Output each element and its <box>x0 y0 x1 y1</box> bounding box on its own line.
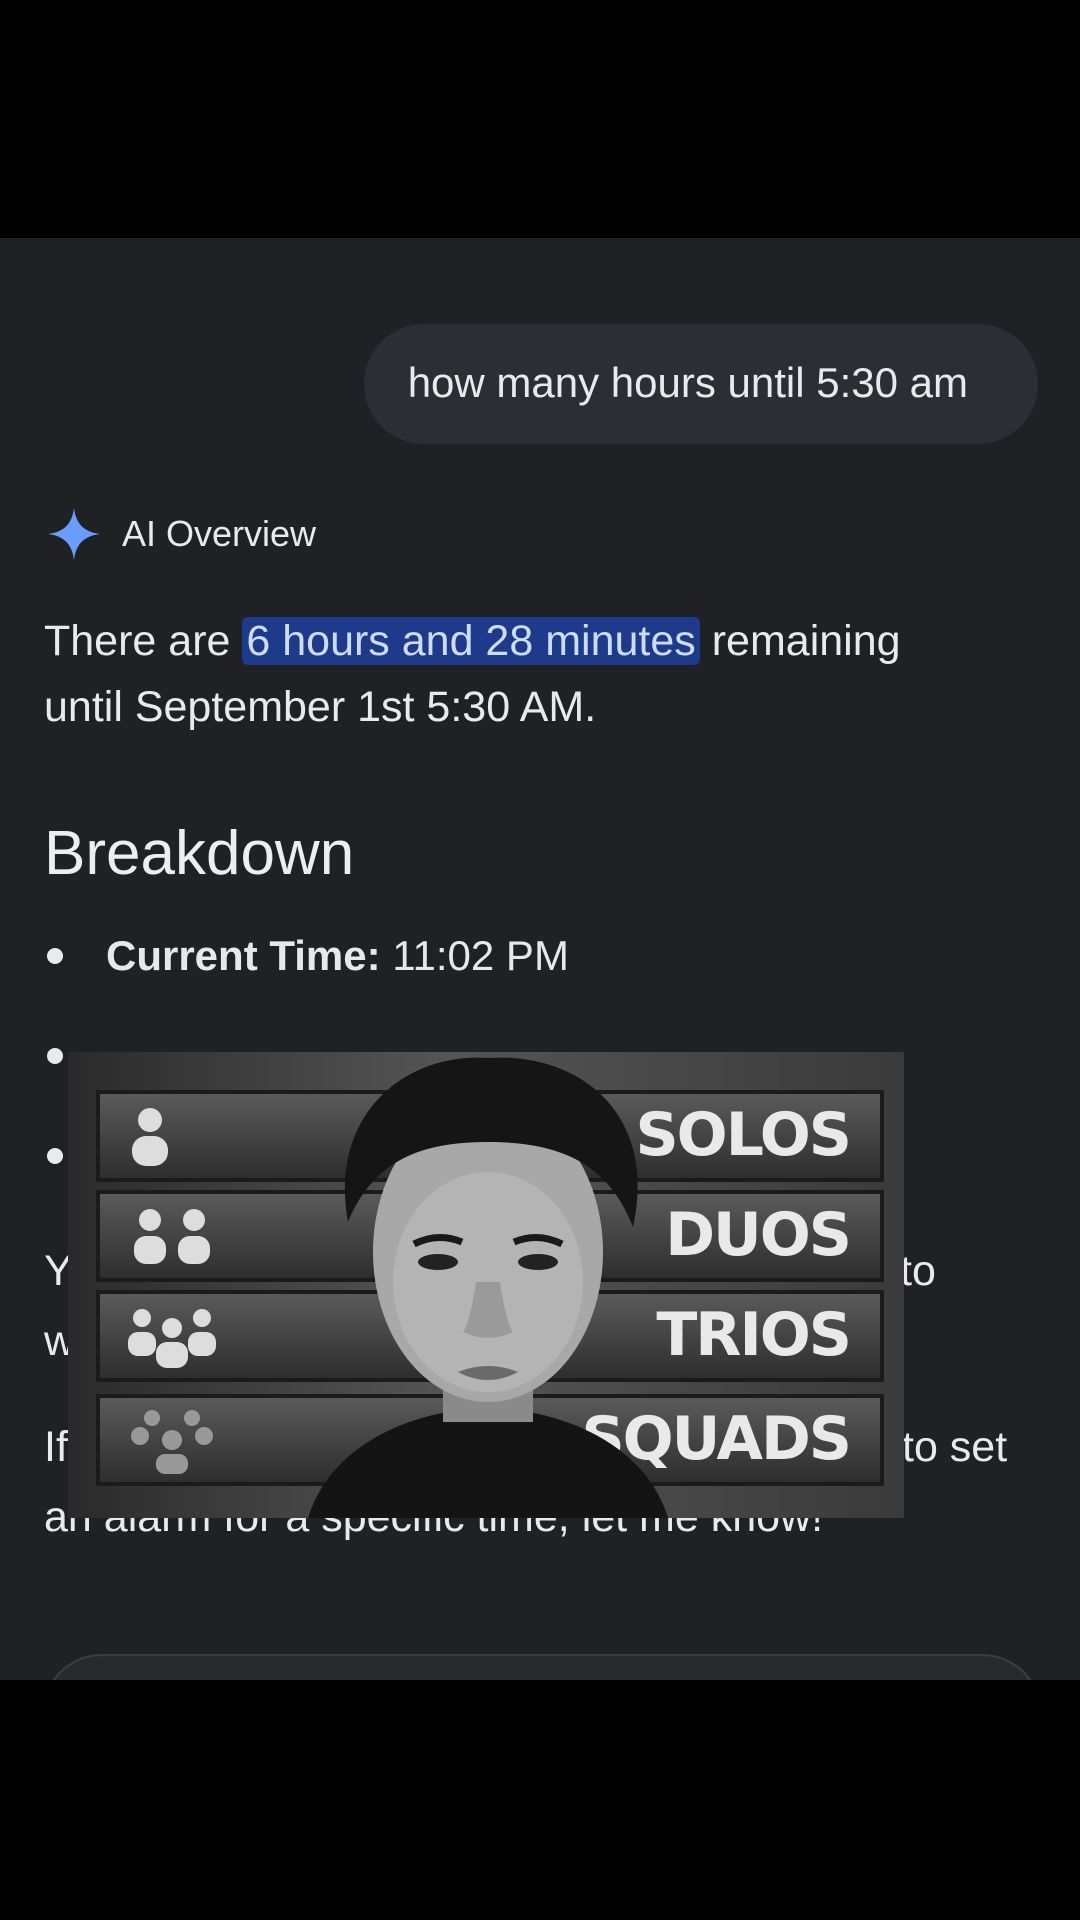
answer-text: There are 6 hours and 28 minutes remaini… <box>44 608 1044 740</box>
paragraph-fragment-right: to <box>900 1247 936 1295</box>
two-people-icon <box>134 1209 210 1264</box>
bullet-dot <box>47 948 63 964</box>
ai-overview-header: AI Overview <box>46 506 316 562</box>
follow-up-card[interactable] <box>42 1654 1042 1680</box>
person-portrait <box>308 1057 668 1518</box>
paragraph-fragment-right: to set <box>902 1423 1008 1471</box>
breakdown-heading: Breakdown <box>44 819 355 888</box>
ai-overview-label: AI Overview <box>122 513 317 554</box>
user-query-bubble[interactable]: how many hours until 5:30 am <box>363 324 1038 444</box>
answer-highlight: 6 hours and 28 minutes <box>242 617 700 665</box>
four-people-icon <box>131 1410 213 1474</box>
three-people-icon <box>128 1309 216 1368</box>
list-item-text: Current Time: 11:02 PM <box>106 932 569 980</box>
answer-line2: until September 1st 5:30 AM. <box>44 683 597 731</box>
current-time-label: Current Time: <box>106 932 381 979</box>
list-item: Current Time: 11:02 PM <box>0 926 1080 986</box>
panel-label: DUOS <box>665 1200 852 1270</box>
video-overlay[interactable]: SOLOS DUOS TRIOS SQUADS <box>68 1052 904 1518</box>
single-person-icon <box>132 1108 168 1166</box>
bullet-dot <box>47 1048 63 1064</box>
current-time-value: 11:02 PM <box>380 932 569 979</box>
sparkle-icon <box>48 508 100 560</box>
paragraph-fragment-left: If <box>44 1423 68 1471</box>
bullet-dot <box>47 1148 63 1164</box>
answer-prefix: There are <box>44 617 243 665</box>
answer-suffix: remaining <box>699 617 901 665</box>
panel-label: TRIOS <box>656 1300 852 1370</box>
query-text: how many hours until 5:30 am <box>407 359 968 406</box>
